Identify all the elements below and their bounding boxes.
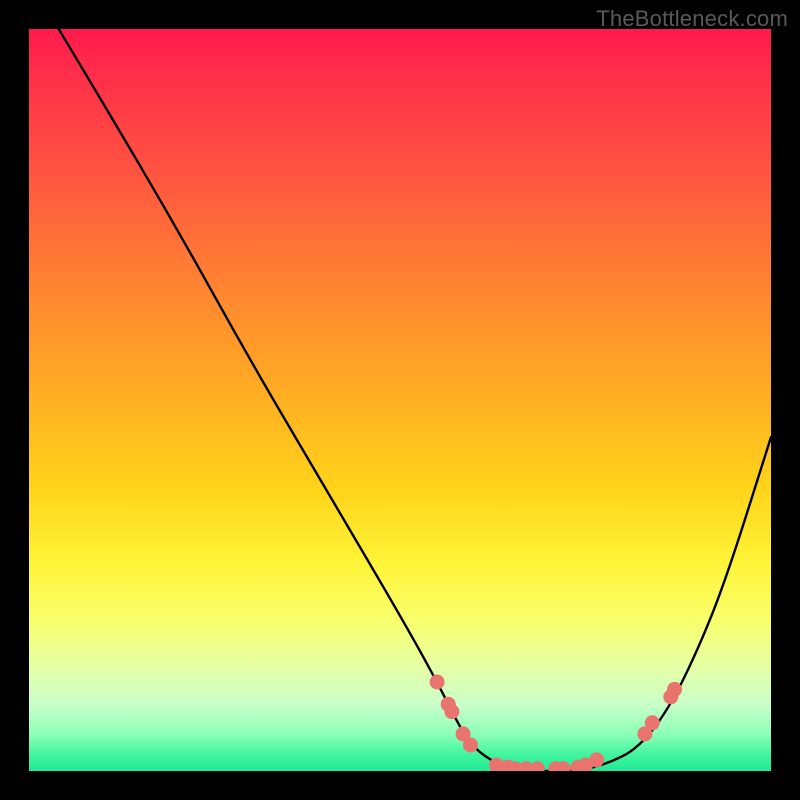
scatter-dot [645, 715, 660, 730]
scatter-dot [667, 682, 682, 697]
chart-container: TheBottleneck.com [0, 0, 800, 800]
curve-layer [29, 29, 771, 771]
bottleneck-curve [59, 29, 771, 771]
plot-area [29, 29, 771, 771]
scatter-dot [430, 675, 445, 690]
scatter-dot [530, 761, 545, 771]
scatter-dot [444, 704, 459, 719]
scatter-dot [463, 738, 478, 753]
scatter-dot [589, 752, 604, 767]
scatter-dots [430, 675, 682, 772]
watermark-text: TheBottleneck.com [596, 6, 788, 32]
